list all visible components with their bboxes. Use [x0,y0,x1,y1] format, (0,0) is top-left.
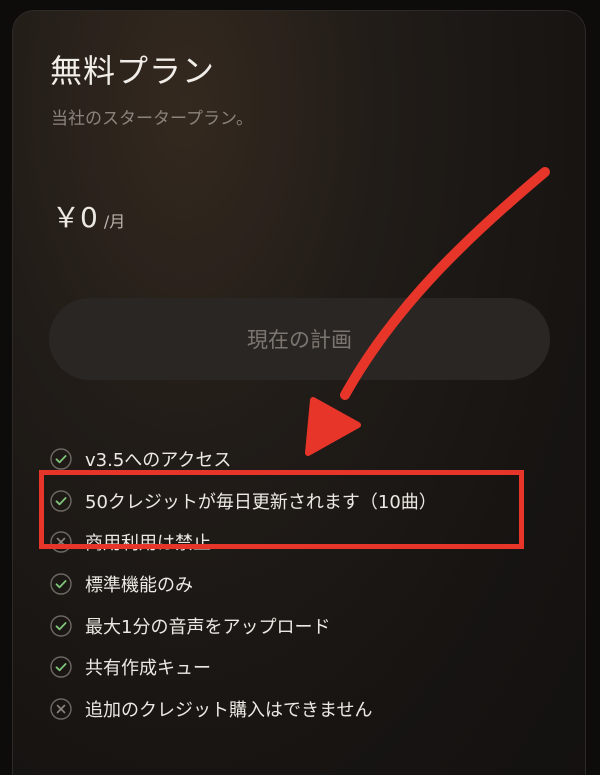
feature-text: 共有作成キュー [85,658,211,680]
feature-item: 50クレジットが毎日更新されます（10曲） [50,480,437,522]
price: ￥0 /月 [52,196,125,236]
check-circle-icon [50,656,72,678]
screen: 無料プラン 当社のスタータープラン。 ￥0 /月 現在の計画 v3.5へのアクセ… [0,0,600,775]
feature-item: 最大1分の音声をアップロード [50,605,437,647]
x-circle-icon [50,698,72,720]
feature-item: v3.5へのアクセス [50,438,437,480]
feature-list: v3.5へのアクセス 50クレジットが毎日更新されます（10曲） 商用利用は禁止… [50,438,437,730]
feature-item: 標準機能のみ [50,563,437,605]
check-circle-icon [50,489,72,512]
x-circle-icon [50,531,72,553]
feature-item: 共有作成キュー [50,646,437,688]
feature-text: 追加のクレジット購入はできません [85,699,373,721]
feature-item: 商用利用は禁止 [50,521,437,563]
feature-item: 追加のクレジット購入はできません [50,688,437,730]
feature-text: 最大1分の音声をアップロード [85,616,331,638]
plan-subtitle: 当社のスタータープラン。 [51,109,253,129]
feature-text: 標準機能のみ [85,574,193,596]
check-circle-icon [50,573,72,595]
check-circle-icon [50,448,72,470]
plan-title: 無料プラン [50,52,216,90]
price-value: ￥0 [52,201,98,234]
price-unit: /月 [103,212,126,231]
feature-text: 50クレジットが毎日更新されます（10曲） [85,491,437,513]
check-circle-icon [50,614,72,637]
feature-text: 商用利用は禁止 [85,533,211,555]
current-plan-button[interactable]: 現在の計画 [49,298,550,380]
feature-text: v3.5へのアクセス [85,449,232,471]
